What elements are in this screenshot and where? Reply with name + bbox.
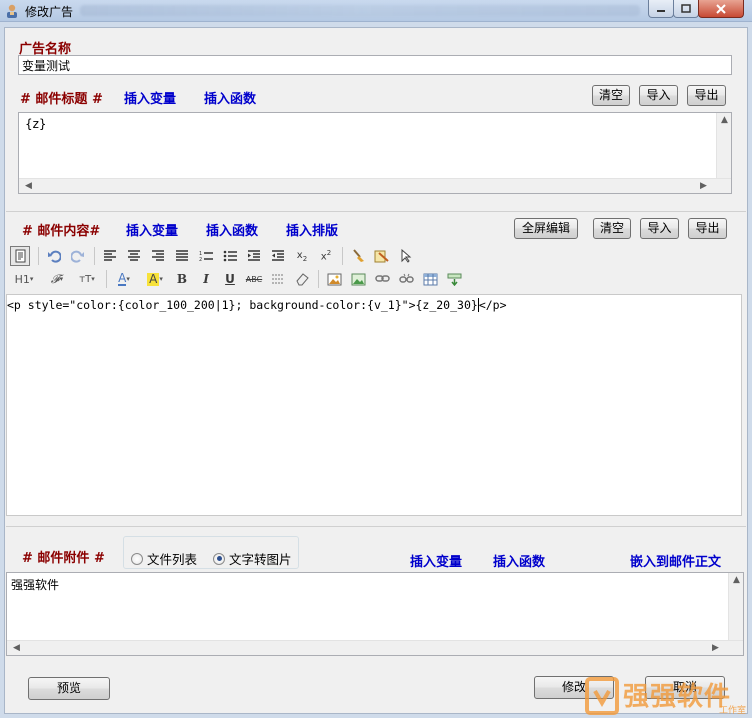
subject-insert-variable-link[interactable]: 插入变量 — [124, 88, 176, 107]
scroll-right-icon[interactable]: ▶ — [708, 641, 723, 656]
subject-horizontal-scrollbar[interactable]: ◀ ▶ — [19, 178, 731, 193]
title-blurred-info — [80, 5, 640, 16]
embed-into-body-link[interactable]: 嵌入到邮件正文 — [630, 551, 721, 570]
align-justify-icon[interactable] — [172, 246, 192, 266]
scroll-left-icon[interactable]: ◀ — [9, 641, 24, 656]
radio-text-to-image[interactable]: 文字转图片 — [213, 549, 292, 568]
outdent-icon[interactable] — [268, 246, 288, 266]
underline-icon[interactable]: U — [220, 269, 240, 289]
close-icon — [716, 3, 726, 14]
subject-vertical-scrollbar[interactable]: ▲ — [716, 113, 731, 178]
subject-label: # 邮件标题 # — [20, 92, 103, 107]
align-center-icon[interactable] — [124, 246, 144, 266]
heading-dropdown[interactable]: H1 ▾ — [10, 269, 38, 289]
scroll-up-icon[interactable]: ▲ — [729, 573, 744, 588]
horizontal-rule-icon[interactable] — [268, 269, 288, 289]
scroll-up-icon[interactable]: ▲ — [717, 113, 732, 128]
watermark-text: 强强软件 — [623, 682, 732, 712]
body-export-button[interactable]: 导出 — [688, 218, 727, 239]
clean-icon[interactable] — [348, 246, 368, 266]
font-size-dropdown[interactable]: тT ▾ — [74, 269, 100, 289]
editor-toolbar: 12 x2 x2 H1 ▾ 𝓕 ▾ тT ▾ A ▾ A ▾ B I U ABC — [6, 244, 742, 292]
body-clear-button[interactable]: 清空 — [593, 218, 631, 239]
attachment-vertical-scrollbar[interactable]: ▲ — [728, 573, 743, 640]
close-button[interactable] — [698, 0, 744, 18]
preview-button[interactable]: 预览 — [28, 677, 110, 700]
paste-word-icon[interactable] — [372, 246, 392, 266]
scroll-left-icon[interactable]: ◀ — [21, 179, 36, 194]
subject-insert-function-link[interactable]: 插入函数 — [204, 88, 256, 107]
attachment-insert-variable-link[interactable]: 插入变量 — [410, 551, 462, 570]
section-divider — [6, 526, 746, 527]
section-divider — [6, 211, 746, 212]
align-left-icon[interactable] — [100, 246, 120, 266]
superscript-icon[interactable]: x2 — [316, 246, 336, 266]
svg-text:2: 2 — [199, 257, 202, 262]
attachment-textarea[interactable]: 强强软件 ▲ ◀ ▶ — [6, 572, 744, 656]
subject-textarea[interactable]: {z} ▲ ◀ ▶ — [18, 112, 732, 194]
subject-clear-button[interactable]: 清空 — [592, 85, 630, 106]
ad-name-input[interactable]: 变量测试 — [18, 55, 732, 75]
redo-icon[interactable] — [68, 246, 88, 266]
insert-image-icon[interactable] — [324, 269, 344, 289]
attachment-label: # 邮件附件 # — [22, 551, 105, 566]
font-color-dropdown[interactable]: A ▾ — [112, 269, 136, 289]
radio-circle — [131, 552, 143, 565]
eraser-icon[interactable] — [292, 269, 312, 289]
table-icon[interactable] — [420, 269, 440, 289]
maximize-button[interactable] — [673, 0, 699, 18]
highlight-color-dropdown[interactable]: A ▾ — [142, 269, 168, 289]
fullscreen-edit-button[interactable]: 全屏编辑 — [514, 218, 578, 239]
minimize-icon — [657, 9, 665, 12]
strikethrough-icon[interactable]: ABC — [244, 269, 264, 289]
body-insert-function-link[interactable]: 插入函数 — [206, 220, 258, 239]
subscript-icon[interactable]: x2 — [292, 246, 312, 266]
italic-icon[interactable]: I — [196, 269, 216, 289]
align-right-icon[interactable] — [148, 246, 168, 266]
attachment-mode-group: 文件列表 文字转图片 — [123, 536, 299, 569]
body-label: # 邮件内容# — [22, 224, 101, 239]
unordered-list-icon[interactable] — [220, 246, 240, 266]
source-icon[interactable] — [10, 246, 30, 266]
watermark-logo: 强强软件 工作室 — [585, 676, 750, 716]
body-editor[interactable]: <p style="color:{color_100_200|1}; backg… — [6, 294, 742, 516]
attachment-horizontal-scrollbar[interactable]: ◀ ▶ — [7, 640, 743, 655]
scroll-right-icon[interactable]: ▶ — [696, 179, 711, 194]
title-bar: 修改广告 — [0, 0, 752, 22]
attachment-insert-function-link[interactable]: 插入函数 — [493, 551, 545, 570]
subject-export-button[interactable]: 导出 — [687, 85, 726, 106]
app-icon — [7, 4, 17, 18]
body-import-button[interactable]: 导入 — [640, 218, 679, 239]
unlink-icon[interactable] — [396, 269, 416, 289]
ordered-list-icon[interactable]: 12 — [196, 246, 216, 266]
body-insert-variable-link[interactable]: 插入变量 — [126, 220, 178, 239]
watermark-subtext: 工作室 — [718, 706, 746, 716]
window-title: 修改广告 — [25, 5, 74, 19]
body-code: <p style="color:{color_100_200|1}; backg… — [7, 298, 507, 312]
subject-import-button[interactable]: 导入 — [639, 85, 678, 106]
indent-icon[interactable] — [244, 246, 264, 266]
body-insert-layout-link[interactable]: 插入排版 — [286, 220, 338, 239]
undo-icon[interactable] — [44, 246, 64, 266]
maximize-icon — [681, 4, 691, 13]
radio-circle-selected — [213, 552, 225, 565]
link-icon[interactable] — [372, 269, 392, 289]
minimize-button[interactable] — [648, 0, 674, 18]
insert-row-icon[interactable] — [444, 269, 464, 289]
insert-picture-icon[interactable] — [348, 269, 368, 289]
font-family-dropdown[interactable]: 𝓕 ▾ — [44, 269, 70, 289]
bold-icon[interactable]: B — [172, 269, 192, 289]
radio-file-list[interactable]: 文件列表 — [131, 549, 197, 568]
select-icon[interactable] — [396, 246, 416, 266]
